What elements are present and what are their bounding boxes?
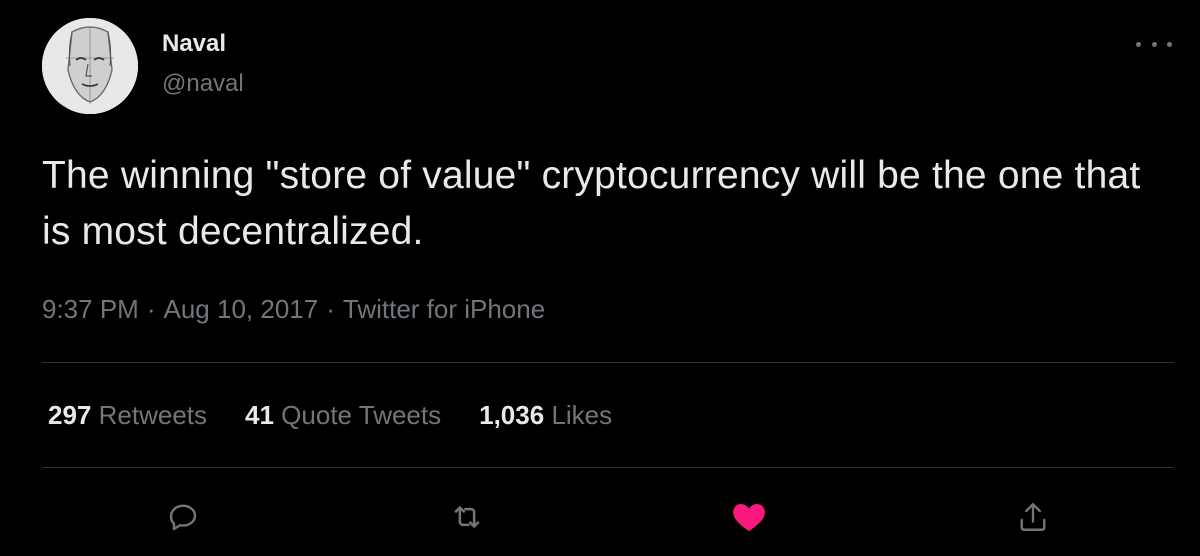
reply-icon (169, 504, 197, 531)
more-options-icon[interactable] (1136, 32, 1172, 56)
retweet-button[interactable] (446, 496, 488, 538)
likes-count: 1,036 (479, 400, 545, 430)
likes-label: Likes (551, 400, 613, 430)
tweet-card: Naval @naval The winning "store of value… (0, 0, 1200, 556)
meta-separator: · (146, 294, 156, 324)
share-icon (1020, 503, 1046, 531)
tweet-source[interactable]: Twitter for iPhone (343, 294, 545, 324)
divider (42, 467, 1174, 468)
tweet-date[interactable]: Aug 10, 2017 (164, 294, 319, 324)
tweet-time[interactable]: 9:37 PM (42, 294, 139, 324)
like-button[interactable] (728, 496, 770, 538)
user-handle[interactable]: @naval (162, 70, 244, 98)
retweets-count: 297 (48, 400, 92, 430)
retweets-label: Retweets (98, 400, 208, 430)
tweet-stats: 297 Retweets 41 Quote Tweets 1,036 Likes (48, 398, 650, 432)
avatar-sketch-icon (42, 18, 138, 114)
retweet-icon (454, 506, 480, 528)
likes-stat[interactable]: 1,036 Likes (479, 398, 612, 432)
more-dot (1167, 41, 1172, 47)
quote-tweets-label: Quote Tweets (281, 400, 442, 430)
reply-button[interactable] (162, 496, 204, 538)
tweet-meta: 9:37 PM · Aug 10, 2017 · Twitter for iPhone (42, 292, 545, 326)
display-name[interactable]: Naval (162, 30, 226, 58)
retweets-stat[interactable]: 297 Retweets (48, 398, 207, 432)
meta-separator: · (326, 294, 335, 324)
action-bar (0, 496, 1200, 538)
divider (42, 362, 1174, 363)
heart-icon (733, 504, 765, 532)
tweet-text: The winning "store of value" cryptocurre… (42, 154, 1141, 253)
more-dot (1151, 41, 1157, 47)
quote-tweets-stat[interactable]: 41 Quote Tweets (245, 398, 441, 432)
avatar[interactable] (42, 18, 138, 114)
more-dot (1136, 41, 1141, 47)
quote-tweets-count: 41 (245, 400, 274, 430)
share-button[interactable] (1012, 496, 1054, 538)
